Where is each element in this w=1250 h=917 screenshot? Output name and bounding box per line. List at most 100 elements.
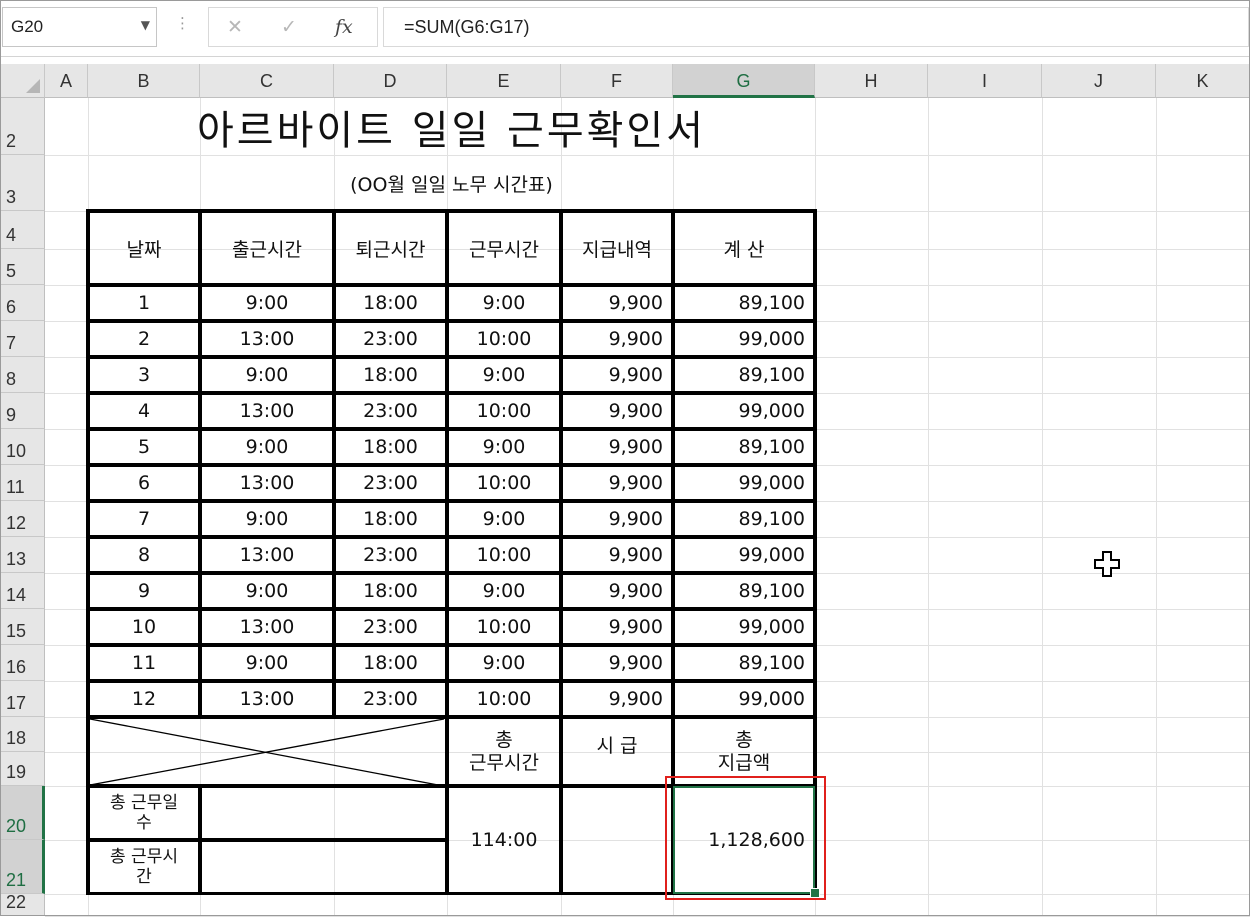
table-cell[interactable]: 89,100 xyxy=(673,645,815,681)
sheet-title[interactable]: 아르바이트 일일 근무확인서 xyxy=(88,98,815,155)
table-cell[interactable]: 9:00 xyxy=(447,501,561,537)
worksheet: 아르바이트 일일 근무확인서 (OO월 일일 노무 시간표) 날짜 출근시간 퇴근시… xyxy=(0,0,1250,916)
table-cell[interactable]: 9:00 xyxy=(447,285,561,321)
table-cell[interactable]: 18:00 xyxy=(334,357,447,393)
table-cell[interactable]: 9:00 xyxy=(200,501,334,537)
table-cell[interactable]: 9,900 xyxy=(561,681,673,717)
table-cell[interactable]: 23:00 xyxy=(334,321,447,357)
table-cell[interactable]: 89,100 xyxy=(673,357,815,393)
header-cell[interactable]: 날짜 xyxy=(88,211,200,285)
table-cell[interactable]: 18:00 xyxy=(334,501,447,537)
table-cell[interactable]: 89,100 xyxy=(673,501,815,537)
table-cell[interactable]: 13:00 xyxy=(200,321,334,357)
total-work-label-cell[interactable]: 총 근무시 간 xyxy=(88,840,200,894)
fill-handle[interactable] xyxy=(810,888,820,898)
table-cell[interactable]: 13:00 xyxy=(200,465,334,501)
table-cell[interactable]: 11 xyxy=(88,645,200,681)
cell-label-line: 수 xyxy=(136,813,152,833)
table-cell[interactable]: 9:00 xyxy=(200,357,334,393)
table-cell[interactable]: 18:00 xyxy=(334,285,447,321)
table-cell[interactable]: 9,900 xyxy=(561,393,673,429)
table-cell[interactable]: 10:00 xyxy=(447,465,561,501)
table-cell[interactable]: 89,100 xyxy=(673,429,815,465)
table-cell[interactable]: 6 xyxy=(88,465,200,501)
total-days-label-cell[interactable]: 총 근무일 수 xyxy=(88,786,200,840)
table-cell[interactable]: 9:00 xyxy=(200,285,334,321)
table-cell[interactable]: 9,900 xyxy=(561,645,673,681)
table-cell[interactable]: 8 xyxy=(88,537,200,573)
table-cell[interactable]: 4 xyxy=(88,393,200,429)
table-cell[interactable]: 9:00 xyxy=(200,573,334,609)
cell-label-line: 근무시간 xyxy=(469,751,539,774)
table-cell[interactable]: 9:00 xyxy=(200,645,334,681)
sheet-subtitle[interactable]: (OO월 일일 노무 시간표) xyxy=(88,158,815,208)
table-cell[interactable]: 9:00 xyxy=(447,357,561,393)
total-pay-label-cell[interactable]: 총 지급액 xyxy=(673,717,815,786)
total-hours-value-cell[interactable]: 114:00 xyxy=(447,786,561,894)
table-cell[interactable]: 23:00 xyxy=(334,393,447,429)
table-cell[interactable]: 9,900 xyxy=(561,501,673,537)
cell-label-line: 간 xyxy=(136,867,152,887)
total-days-value-cell[interactable] xyxy=(200,786,447,840)
table-cell[interactable]: 23:00 xyxy=(334,465,447,501)
table-cell[interactable]: 99,000 xyxy=(673,681,815,717)
table-cell[interactable]: 13:00 xyxy=(200,681,334,717)
table-cell[interactable]: 99,000 xyxy=(673,465,815,501)
cell-select-cross-icon xyxy=(1094,551,1120,577)
header-cell[interactable]: 출근시간 xyxy=(200,211,334,285)
table-cell[interactable]: 9 xyxy=(88,573,200,609)
table-cell[interactable]: 7 xyxy=(88,501,200,537)
table-cell[interactable]: 99,000 xyxy=(673,393,815,429)
table-cell[interactable]: 9,900 xyxy=(561,537,673,573)
table-cell[interactable]: 18:00 xyxy=(334,645,447,681)
table-cell[interactable]: 18:00 xyxy=(334,573,447,609)
table-cell[interactable]: 10:00 xyxy=(447,609,561,645)
table-cell[interactable]: 13:00 xyxy=(200,393,334,429)
table-cell[interactable]: 1 xyxy=(88,285,200,321)
table-cell[interactable]: 89,100 xyxy=(673,573,815,609)
table-cell[interactable]: 9,900 xyxy=(561,573,673,609)
table-cell[interactable]: 10:00 xyxy=(447,537,561,573)
cell-label-line: 총 xyxy=(495,728,513,751)
header-cell[interactable]: 계 산 xyxy=(673,211,815,285)
table-cell[interactable]: 9:00 xyxy=(200,429,334,465)
table-cell[interactable]: 99,000 xyxy=(673,537,815,573)
total-hours-label-cell[interactable]: 총 근무시간 xyxy=(447,717,561,786)
table-cell[interactable]: 5 xyxy=(88,429,200,465)
table-cell[interactable]: 9,900 xyxy=(561,357,673,393)
wage-label-cell[interactable]: 시 급 xyxy=(561,717,673,786)
table-cell[interactable]: 13:00 xyxy=(200,609,334,645)
table-cell[interactable]: 13:00 xyxy=(200,537,334,573)
table-cell[interactable]: 3 xyxy=(88,357,200,393)
table-cell[interactable]: 10 xyxy=(88,609,200,645)
table-cell[interactable]: 9:00 xyxy=(447,645,561,681)
total-work-value-cell[interactable] xyxy=(200,840,447,894)
table-cell[interactable]: 9:00 xyxy=(447,573,561,609)
table-cell[interactable]: 23:00 xyxy=(334,681,447,717)
table-cell[interactable]: 9,900 xyxy=(561,321,673,357)
table-cell[interactable]: 9,900 xyxy=(561,465,673,501)
diagonal-cross-lines xyxy=(89,718,445,786)
table-cell[interactable]: 23:00 xyxy=(334,609,447,645)
cell-label-line: 지급액 xyxy=(717,751,771,774)
header-cell[interactable]: 근무시간 xyxy=(447,211,561,285)
table-cell[interactable]: 12 xyxy=(88,681,200,717)
table-cell[interactable]: 9:00 xyxy=(447,429,561,465)
table-cell[interactable]: 99,000 xyxy=(673,609,815,645)
table-cell[interactable]: 9,900 xyxy=(561,429,673,465)
header-cell[interactable]: 퇴근시간 xyxy=(334,211,447,285)
table-cell[interactable]: 23:00 xyxy=(334,537,447,573)
table-cell[interactable]: 99,000 xyxy=(673,321,815,357)
header-cell[interactable]: 지급내역 xyxy=(561,211,673,285)
total-pay-value-cell[interactable]: 1,128,600 xyxy=(673,786,815,894)
table-cell[interactable]: 10:00 xyxy=(447,681,561,717)
table-cell[interactable]: 18:00 xyxy=(334,429,447,465)
table-cell[interactable]: 9,900 xyxy=(561,285,673,321)
table-cell[interactable]: 89,100 xyxy=(673,285,815,321)
table-cell[interactable]: 2 xyxy=(88,321,200,357)
table-cell[interactable]: 10:00 xyxy=(447,393,561,429)
cell-label-line: 총 xyxy=(735,728,753,751)
wage-value-cell[interactable] xyxy=(561,786,673,894)
table-cell[interactable]: 9,900 xyxy=(561,609,673,645)
table-cell[interactable]: 10:00 xyxy=(447,321,561,357)
